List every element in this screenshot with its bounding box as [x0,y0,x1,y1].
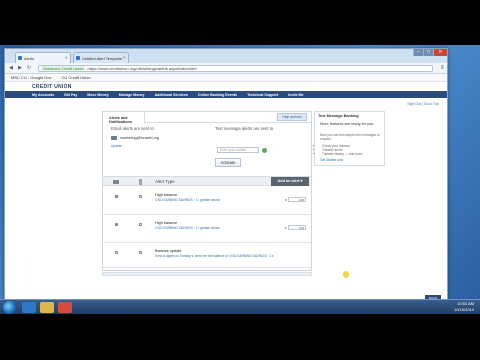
promo-heading: More features are ready for you. [320,122,375,126]
bookmark-item[interactable]: CU Credit Union [61,75,90,80]
email-section-label: Email alerts are sent to [111,126,154,131]
nav-online-banking-events[interactable]: Online Banking Events [193,91,242,98]
alert-row: High balance 4 NO EARNING SAVINGS · 1 • … [103,187,311,215]
taskbar: 10:51 AM 10/15/2014 [0,299,480,314]
alerts-table-header: Alert Type Add an alert ▾ [103,176,311,186]
promo-feature-item: Transfer history — and more [322,152,362,156]
page-favicon-icon [76,56,80,60]
nav-invite-me[interactable]: Invite Me [283,91,308,98]
explorer-taskbar-icon[interactable] [40,302,54,313]
activate-button[interactable]: Activate [215,158,241,167]
alert-title: Balance update [155,249,182,253]
tab-label: Untitled Alert Template [82,56,122,61]
system-tray: 10:51 AM 10/15/2014 [454,301,474,313]
nav-move-money[interactable]: Move Money [82,91,114,98]
browser-window: Alerts ✕ Untitled Alert Template ✕ – □ ✕… [4,48,448,306]
back-icon[interactable]: ◀ [8,65,14,71]
tab-alerts[interactable]: Alerts ✕ [15,52,71,63]
nav-bill-pay[interactable]: Bill Pay [59,91,82,98]
amount-input[interactable]: 100 [288,197,306,202]
text-checkbox[interactable] [139,251,142,254]
add-alert-button[interactable]: Add an alert ▾ [271,177,309,186]
minimize-icon[interactable]: – [413,49,423,56]
bookmark-item[interactable]: MSC CU - Google Doc [11,75,51,80]
ie-taskbar-icon[interactable] [22,302,36,313]
text-banking-promo: Text Message Banking More features are r… [314,111,385,166]
email-checkbox[interactable] [115,223,118,226]
url-text: https://www.creditunion.org/olb/settings… [87,65,197,71]
email-checkbox[interactable] [115,195,118,198]
alert-type-header: Alert Type [155,179,175,184]
mouse-cursor-highlight [343,271,349,278]
panel-tabs: Alerts and Notifications Help and Info [103,112,311,124]
start-button[interactable] [3,301,16,314]
amount-input[interactable]: 100 [288,225,306,230]
email-value: marketing@fcuweb.org [120,136,160,140]
site-nav: My Accounts Bill Pay Move Money Manage M… [5,91,447,98]
reload-icon[interactable]: ↻ [26,65,32,71]
alert-description[interactable]: 4 NO EARNING SAVINGS · 1 • greater above [155,226,220,230]
tab-close-icon[interactable]: ✕ [65,55,68,60]
get-started-link[interactable]: Get Started now [320,158,343,162]
text-section-label: Text message alerts are sent to [215,126,274,131]
site-logo[interactable]: CREDIT UNION [32,84,72,90]
alerts-panel: Alerts and Notifications Help and Info E… [102,111,312,271]
alert-description[interactable]: 4 NO EARNING SAVINGS · 1 • greater above [155,198,220,202]
help-circle-icon[interactable] [262,148,267,153]
menu-icon[interactable]: ≡ [440,65,444,71]
horizontal-scrollbar[interactable] [102,272,312,276]
phone-input[interactable]: Enter your mobile [217,147,259,153]
signout-link[interactable]: Sign Out | Go to Top [407,102,439,106]
alert-description[interactable]: Send a digest on Sunday ▾, send me the b… [155,254,274,258]
promo-text: Now you can text simple text messages to… [320,133,380,141]
help-button[interactable]: Help and Info [277,113,307,121]
promo-feature-list: Check your balance Transfer funds Transf… [322,144,362,156]
mail-icon [111,136,117,140]
alert-row: High balance 4 NO EARNING SAVINGS · 1 • … [103,216,311,243]
secure-badge: Goldenco Credit Union [41,65,86,71]
tab-label: Alerts [24,56,35,61]
window-controls: – □ ✕ [413,49,447,56]
alert-title: High balance [155,221,178,225]
email-checkbox[interactable] [115,251,118,254]
tab-strip: Alerts ✕ Untitled Alert Template ✕ – □ ✕ [5,49,447,63]
nav-additional-services[interactable]: Additional Services [150,91,193,98]
tab-alerts-notifications[interactable]: Alerts and Notifications [103,112,145,124]
screen: Alerts ✕ Untitled Alert Template ✕ – □ ✕… [0,45,480,314]
site-header: CREDIT UNION [5,82,447,91]
currency-symbol: $ [285,226,287,230]
chrome-taskbar-icon[interactable] [58,302,72,313]
text-checkbox[interactable] [139,195,142,198]
tab-untitled-template[interactable]: Untitled Alert Template ✕ [73,52,129,63]
phone-column-icon [139,179,142,185]
add-alert-label: Add an alert [277,179,300,183]
alert-title: High balance [155,193,178,197]
email-column-icon [113,180,119,184]
clock-date: 10/15/2014 [453,307,474,312]
email-update-link[interactable]: Update [111,144,122,148]
nav-my-accounts[interactable]: My Accounts [27,91,59,98]
nav-manage-money[interactable]: Manage Money [114,91,150,98]
page-favicon-icon [18,56,22,60]
currency-symbol: $ [285,198,287,202]
text-checkbox[interactable] [139,223,142,226]
maximize-icon[interactable]: □ [423,49,433,56]
forward-icon[interactable]: ▶ [17,65,23,71]
web-page: CREDIT UNION My Accounts Bill Pay Move M… [5,82,447,304]
promo-title: Text Message Banking [318,114,359,118]
bookmarks-bar: MSC CU - Google Doc CU Credit Union [5,74,447,82]
nav-technical-support[interactable]: Technical Support [242,91,283,98]
alert-row: Balance update Send a digest on Sunday ▾… [103,244,311,268]
tab-close-icon[interactable]: ✕ [123,55,126,60]
window-close-icon[interactable]: ✕ [433,49,447,56]
address-bar[interactable]: Goldenco Credit Union https://www.credit… [38,64,433,72]
browser-toolbar: ◀ ▶ ↻ Goldenco Credit Union https://www.… [5,63,447,74]
